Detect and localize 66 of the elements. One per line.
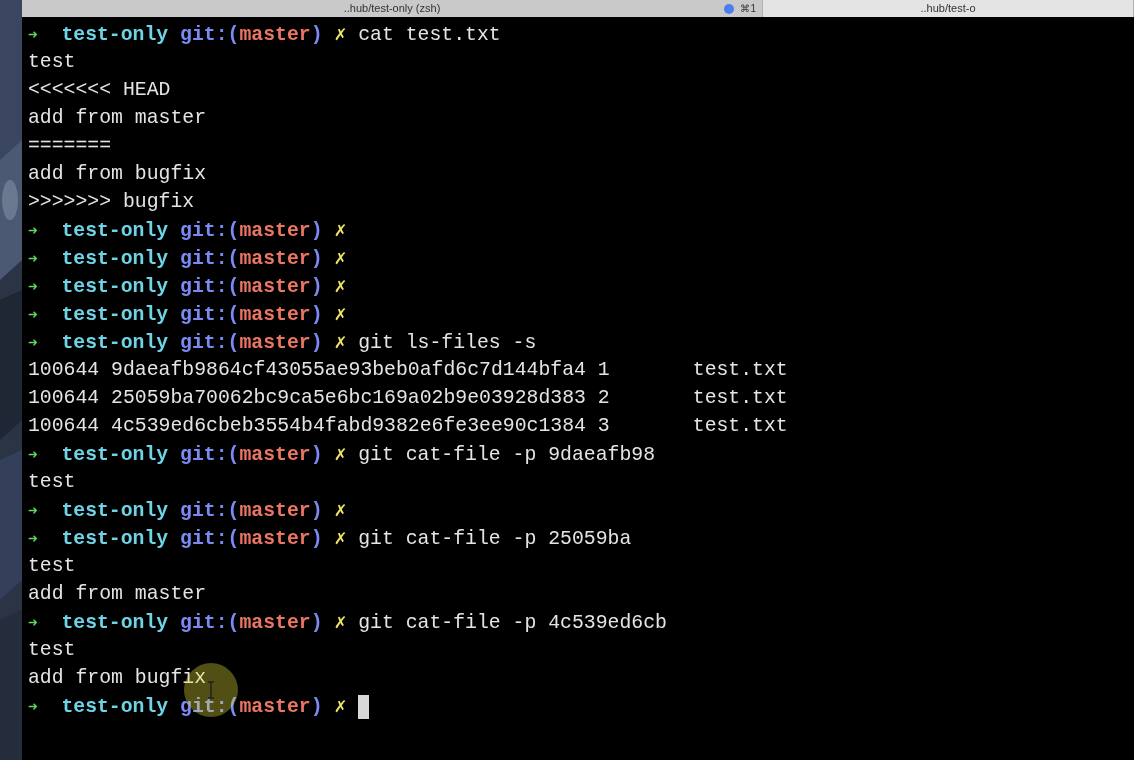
- prompt-arrow: ➜: [28, 221, 38, 240]
- directory-name: test-only: [61, 304, 169, 326]
- prompt-arrow: ➜: [28, 529, 38, 548]
- prompt-arrow: ➜: [28, 501, 38, 520]
- output-line: add from bugfix: [28, 163, 207, 185]
- dirty-mark: ✗: [334, 274, 347, 297]
- tab-shortcut: ⌘1: [740, 2, 756, 16]
- prompt-arrow: ➜: [28, 445, 38, 464]
- directory-name: test-only: [61, 24, 169, 46]
- prompt-arrow: ➜: [28, 277, 38, 296]
- git-branch: git:(master): [180, 696, 323, 718]
- terminal-tab[interactable]: ..hub/test-only (zsh) ⌘1: [22, 0, 763, 17]
- output-line: add from master: [28, 107, 207, 129]
- prompt-arrow: ➜: [28, 333, 38, 352]
- command-text: git cat-file -p 4c539ed6cb: [358, 612, 667, 634]
- git-branch: git:(master): [180, 528, 323, 550]
- directory-name: test-only: [61, 276, 169, 298]
- directory-name: test-only: [61, 444, 169, 466]
- directory-name: test-only: [61, 696, 169, 718]
- dirty-mark: ✗: [334, 22, 347, 45]
- dirty-mark: ✗: [334, 330, 347, 353]
- git-branch: git:(master): [180, 276, 323, 298]
- directory-name: test-only: [61, 220, 169, 242]
- dirty-mark: ✗: [334, 526, 347, 549]
- dirty-mark: ✗: [334, 694, 347, 717]
- command-text: git cat-file -p 9daeafb98: [358, 444, 656, 466]
- command-text: git cat-file -p 25059ba: [358, 528, 632, 550]
- directory-name: test-only: [61, 332, 169, 354]
- git-branch: git:(master): [180, 444, 323, 466]
- dirty-mark: ✗: [334, 498, 347, 521]
- dirty-mark: ✗: [334, 302, 347, 325]
- output-line: 100644 4c539ed6cbeb3554b4fabd9382e6fe3ee90c1384 3 test.txt: [28, 415, 788, 437]
- output-line: add from bugfix: [28, 667, 207, 689]
- terminal-tab[interactable]: ..hub/test-o: [763, 0, 1134, 17]
- prompt-arrow: ➜: [28, 305, 38, 324]
- output-line: <<<<<<< HEAD: [28, 79, 171, 101]
- dirty-mark: ✗: [334, 442, 347, 465]
- git-branch: git:(master): [180, 248, 323, 270]
- git-branch: git:(master): [180, 304, 323, 326]
- prompt-arrow: ➜: [28, 613, 38, 632]
- dirty-mark: ✗: [334, 218, 347, 241]
- git-branch: git:(master): [180, 220, 323, 242]
- output-line: >>>>>>> bugfix: [28, 191, 195, 213]
- dirty-mark: ✗: [334, 610, 347, 633]
- output-line: 100644 25059ba70062bc9ca5e6bc169a02b9e03928d383 2 test.txt: [28, 387, 788, 409]
- directory-name: test-only: [61, 612, 169, 634]
- directory-name: test-only: [61, 248, 169, 270]
- output-line: test: [28, 471, 76, 493]
- command-text: git ls-files -s: [358, 332, 537, 354]
- prompt-arrow: ➜: [28, 697, 38, 716]
- output-line: test: [28, 51, 76, 73]
- git-branch: git:(master): [180, 612, 323, 634]
- command-text: cat test.txt: [358, 24, 501, 46]
- git-branch: git:(master): [180, 332, 323, 354]
- git-branch: git:(master): [180, 24, 323, 46]
- prompt-arrow: ➜: [28, 249, 38, 268]
- output-line: =======: [28, 135, 112, 157]
- prompt-arrow: ➜: [28, 25, 38, 44]
- output-line: test: [28, 555, 76, 577]
- output-line: add from master: [28, 583, 207, 605]
- directory-name: test-only: [61, 500, 169, 522]
- directory-name: test-only: [61, 528, 169, 550]
- output-line: test: [28, 639, 76, 661]
- dirty-mark: ✗: [334, 246, 347, 269]
- git-branch: git:(master): [180, 500, 323, 522]
- output-line: 100644 9daeafb9864cf43055ae93beb0afd6c7d144bfa4 1 test.txt: [28, 359, 788, 381]
